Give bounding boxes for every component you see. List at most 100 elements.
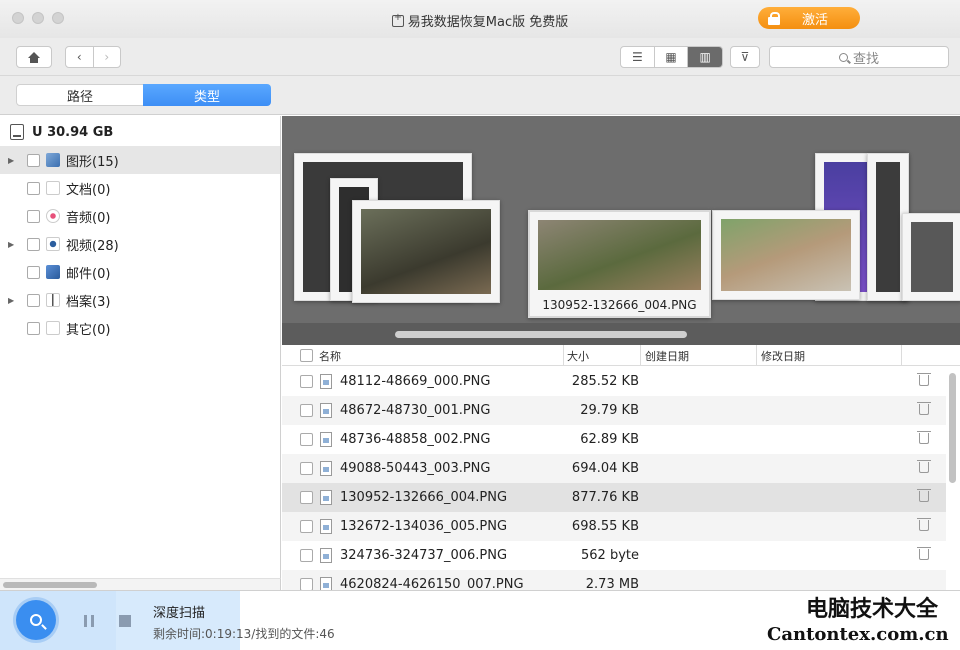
home-button[interactable]: [16, 46, 52, 68]
scrollbar-thumb[interactable]: [3, 582, 97, 588]
sidebar-item-documents[interactable]: 文档(0): [0, 174, 280, 202]
mail-icon: [46, 265, 60, 279]
table-row[interactable]: 132672-134036_005.PNG 698.55 KB: [282, 512, 946, 541]
row-checkbox[interactable]: [300, 375, 313, 388]
sidebar-item-audio[interactable]: 音频(0): [0, 202, 280, 230]
gallery-card-selected[interactable]: 130952-132666_004.PNG: [528, 210, 711, 318]
png-file-icon: [320, 548, 332, 563]
gallery-card[interactable]: [902, 213, 960, 301]
file-name: 49088-50443_003.PNG: [340, 461, 491, 476]
table-row[interactable]: 49088-50443_003.PNG 694.04 KB: [282, 454, 946, 483]
file-name: 130952-132666_004.PNG: [340, 490, 508, 505]
file-list-scrollbar[interactable]: [949, 373, 956, 483]
checkbox[interactable]: [27, 181, 40, 195]
thumbnail-image: [911, 222, 953, 292]
trash-icon[interactable]: [917, 431, 931, 444]
file-size: 877.76 KB: [571, 490, 639, 505]
table-row[interactable]: 324736-324737_006.PNG 562 byte: [282, 541, 946, 570]
list-view-button[interactable]: ☰: [621, 47, 655, 67]
grid-view-button[interactable]: ▦: [655, 47, 689, 67]
trash-icon[interactable]: [917, 518, 931, 531]
expand-icon[interactable]: ▶: [8, 156, 20, 165]
drive-label: U 30.94 GB: [32, 124, 114, 140]
list-view-icon: ☰: [631, 50, 643, 64]
file-name: 48672-48730_001.PNG: [340, 403, 491, 418]
png-file-icon: [320, 461, 332, 476]
file-size: 2.73 MB: [585, 577, 639, 590]
tab-path[interactable]: 路径: [16, 84, 144, 106]
table-row[interactable]: 48672-48730_001.PNG 29.79 KB: [282, 396, 946, 425]
trash-icon[interactable]: [917, 547, 931, 560]
sidebar-item-other[interactable]: 其它(0): [0, 314, 280, 342]
checkbox[interactable]: [27, 237, 40, 251]
thumbnail-image: [876, 162, 900, 292]
filter-icon: ⊽: [740, 50, 750, 64]
checkbox[interactable]: [27, 293, 40, 307]
row-checkbox[interactable]: [300, 549, 313, 562]
column-size[interactable]: 大小: [567, 348, 589, 364]
sidebar-item-video[interactable]: ▶ 视频(28): [0, 230, 280, 258]
checkbox[interactable]: [27, 321, 40, 335]
coverflow-view-icon: ▥: [699, 50, 711, 64]
expand-icon[interactable]: ▶: [8, 296, 20, 305]
search-icon: [838, 52, 848, 62]
checkbox[interactable]: [27, 209, 40, 223]
row-checkbox[interactable]: [300, 491, 313, 504]
png-file-icon: [320, 490, 332, 505]
trash-icon[interactable]: [917, 489, 931, 502]
select-all-checkbox[interactable]: [300, 349, 313, 362]
sidebar-item-archives[interactable]: ▶ 档案(3): [0, 286, 280, 314]
gallery-scrollbar-thumb[interactable]: [395, 331, 687, 338]
checkbox[interactable]: [27, 265, 40, 279]
thumbnail-image: [361, 209, 491, 294]
row-checkbox[interactable]: [300, 462, 313, 475]
column-name[interactable]: 名称: [319, 348, 341, 364]
pause-button[interactable]: [84, 615, 94, 627]
drive-header[interactable]: U 30.94 GB: [10, 124, 113, 140]
table-row-selected[interactable]: 130952-132666_004.PNG 877.76 KB: [282, 483, 946, 512]
checkbox[interactable]: [27, 153, 40, 167]
sidebar-item-mail[interactable]: 邮件(0): [0, 258, 280, 286]
sidebar-item-label: 音频(0): [66, 210, 111, 226]
png-file-icon: [320, 577, 332, 590]
activate-button[interactable]: 激活: [758, 7, 860, 29]
table-row[interactable]: 48112-48669_000.PNG 285.52 KB: [282, 367, 946, 396]
column-created[interactable]: 创建日期: [645, 348, 689, 364]
column-modified[interactable]: 修改日期: [761, 348, 805, 364]
file-list-header: 名称 大小 创建日期 修改日期: [282, 345, 960, 366]
trash-icon[interactable]: [917, 402, 931, 415]
activate-label: 激活: [802, 12, 829, 28]
file-name: 4620824-4626150_007.PNG: [340, 577, 524, 590]
scan-progress-button[interactable]: [16, 600, 56, 640]
filter-button[interactable]: ⊽: [730, 46, 760, 68]
forward-button[interactable]: ›: [94, 47, 121, 67]
row-checkbox[interactable]: [300, 520, 313, 533]
trash-icon[interactable]: [917, 373, 931, 386]
expand-icon[interactable]: ▶: [8, 240, 20, 249]
watermark-url: Cantontex.com.cn: [767, 624, 949, 645]
view-tabs: 路径 类型: [0, 76, 960, 115]
app-document-icon: [391, 12, 404, 27]
sidebar-item-label: 图形(15): [66, 154, 119, 170]
scan-title: 深度扫描: [153, 606, 206, 621]
stop-button[interactable]: [119, 615, 131, 627]
gallery-card[interactable]: [352, 200, 500, 303]
trash-icon[interactable]: [917, 460, 931, 473]
back-button[interactable]: ‹: [66, 47, 94, 67]
table-row[interactable]: 4620824-4626150_007.PNG 2.73 MB: [282, 570, 946, 590]
coverflow-view-button[interactable]: ▥: [688, 47, 722, 67]
sidebar-item-images[interactable]: ▶ 图形(15): [0, 146, 280, 174]
search-input[interactable]: 查找: [769, 46, 949, 68]
file-name: 324736-324737_006.PNG: [340, 548, 508, 563]
status-bar: 深度扫描 剩余时间:0:19:13/找到的文件:46 电脑技术大全 Canton…: [0, 590, 960, 650]
archive-icon: [46, 293, 60, 307]
lock-icon: [768, 12, 780, 25]
gallery-card[interactable]: [712, 210, 860, 300]
sidebar-horizontal-scrollbar[interactable]: [0, 578, 281, 590]
row-checkbox[interactable]: [300, 404, 313, 417]
file-name: 48736-48858_002.PNG: [340, 432, 491, 447]
row-checkbox[interactable]: [300, 578, 313, 590]
tab-type[interactable]: 类型: [143, 84, 271, 106]
table-row[interactable]: 48736-48858_002.PNG 62.89 KB: [282, 425, 946, 454]
row-checkbox[interactable]: [300, 433, 313, 446]
